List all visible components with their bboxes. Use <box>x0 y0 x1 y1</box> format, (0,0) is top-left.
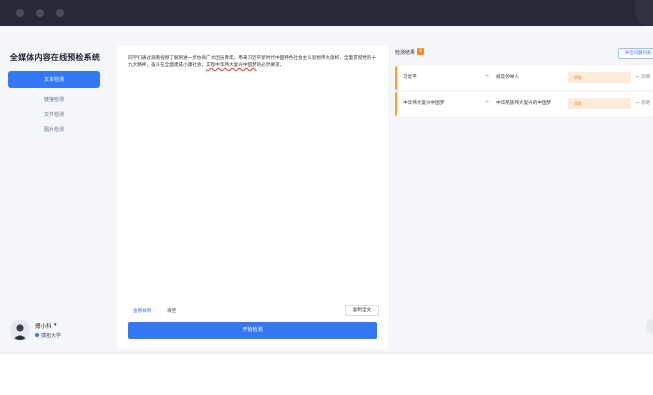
text-editor-input[interactable]: 同学们通过观看视频了解到进一步协商广大团员青年。用来习近平新时代中国特色社会主义… <box>128 55 380 69</box>
caret-down-icon[interactable]: ▾ <box>54 322 57 328</box>
copy-all-button[interactable]: 复制全文 <box>345 305 379 316</box>
results-title: 检测结果 <box>395 50 416 56</box>
user-org: 搏拓大学 <box>41 333 62 339</box>
result-category-tag: · 涉政 <box>568 72 631 83</box>
sidebar-item-text-check[interactable]: 文本检测 <box>8 71 100 88</box>
ignore-button[interactable]: ← 忽略 <box>636 74 650 80</box>
result-item[interactable]: 中华伟大复兴中国梦 → 中华民族伟大复兴的中国梦 · 涉政 ← 忽略 <box>395 92 653 116</box>
result-category-tag: · 涉政 <box>568 98 631 109</box>
user-name: 搏小科 <box>35 324 52 330</box>
avatar-icon <box>10 320 30 340</box>
arrow-right-icon: → <box>485 100 489 105</box>
window-maximize-dot[interactable] <box>56 9 64 17</box>
org-icon <box>35 333 39 337</box>
result-suggestion: 规及领导人 <box>496 75 519 80</box>
ignore-button[interactable]: ← 忽略 <box>636 100 650 106</box>
window-shadow <box>0 352 653 355</box>
app-title: 全媒体内容在线预检系统 <box>9 53 101 62</box>
avatar <box>10 320 30 340</box>
app-window: 全媒体内容在线预检系统 文本检测 链接检测 文件检测 图片检测 搏小科 ▾ 搏拓… <box>0 0 653 352</box>
result-original: 中华伟大复兴中国梦 <box>403 101 445 106</box>
clear-button[interactable]: 清空 <box>167 308 176 314</box>
result-item[interactable]: 习近平 → 规及领导人 · 涉政 ← 忽略 <box>395 66 653 90</box>
title-bar-edge <box>635 0 653 26</box>
text-editor-panel: 同学们通过观看视频了解到进一步协商广大团员青年。用来习近平新时代中国特色社会主义… <box>117 46 388 349</box>
start-check-button[interactable]: 开始检测 <box>128 322 377 339</box>
sidebar-item-file-check[interactable]: 文件检测 <box>8 109 100 121</box>
export-issues-button[interactable]: 导出问题列表 <box>618 48 653 59</box>
view-example-button[interactable]: 查看样例 <box>133 308 151 314</box>
result-suggestion: 中华民族伟大复兴的中国梦 <box>496 101 552 106</box>
sidebar-item-image-check[interactable]: 图片检测 <box>8 124 100 136</box>
window-minimize-dot[interactable] <box>36 9 44 17</box>
results-count-badge: 2 <box>417 48 424 55</box>
sidebar: 全媒体内容在线预检系统 文本检测 链接检测 文件检测 图片检测 搏小科 ▾ 搏拓… <box>0 42 110 352</box>
window-close-dot[interactable] <box>16 9 24 17</box>
arrow-right-icon: → <box>485 74 489 79</box>
user-menu[interactable]: 搏小科 ▾ 搏拓大学 <box>10 320 102 342</box>
title-bar <box>0 0 653 26</box>
sidebar-item-link-check[interactable]: 链接检测 <box>8 94 100 106</box>
results-panel: 检测结果 2 导出问题列表 习近平 → 规及领导人 · 涉政 ← 忽略 中华伟大… <box>395 46 653 349</box>
result-original: 习近平 <box>403 75 417 80</box>
editor-text-part: 的必然要求。 <box>256 63 285 68</box>
editor-text-error[interactable]: 实现中华伟大复兴中国梦 <box>206 63 257 68</box>
